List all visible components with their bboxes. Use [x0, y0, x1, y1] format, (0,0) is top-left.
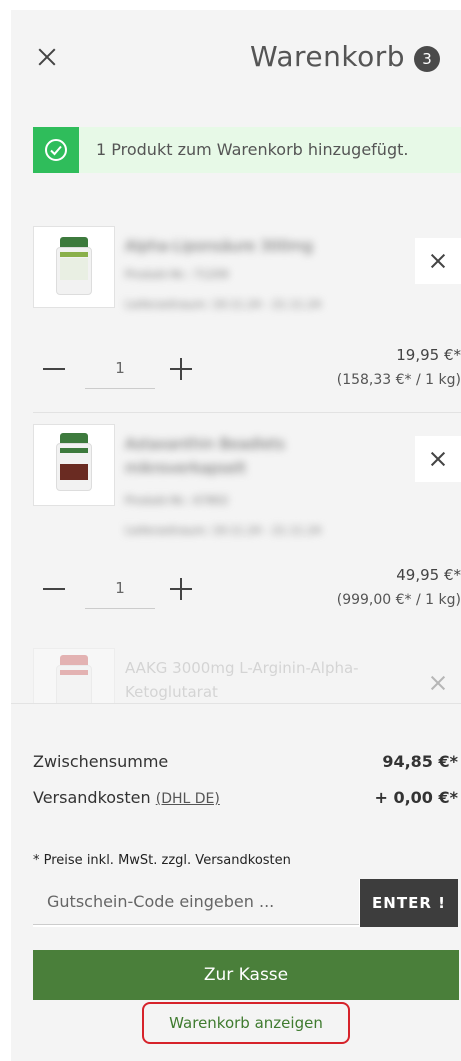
- product-name[interactable]: AAKG 3000mg L-Arginin-Alpha-Ketoglutarat: [125, 656, 385, 704]
- cart-title: Warenkorb: [249, 40, 405, 73]
- shipping-text: Versandkosten: [33, 788, 151, 807]
- remove-item-icon[interactable]: [415, 238, 461, 284]
- product-image[interactable]: [33, 424, 115, 506]
- subtotal-value: 94,85 €*: [382, 752, 458, 771]
- item-unit-price: (158,33 €* / 1 kg): [336, 372, 461, 388]
- product-name[interactable]: Astaxanthin Beadlets mikroverkapselt: [125, 432, 385, 480]
- cart-offcanvas: Warenkorb 3 1 Produkt zum Warenkorb hinz…: [11, 10, 461, 1061]
- item-unit-price: (999,00 €* / 1 kg): [336, 592, 461, 608]
- delivery-time: Lieferzeitraum: 19.11.24 - 21.11.24: [125, 524, 322, 537]
- quantity-input[interactable]: 1: [85, 568, 155, 609]
- cart-count-badge: 3: [414, 46, 440, 72]
- check-circle-icon: [33, 127, 79, 173]
- product-number: Produkt-Nr.: 67802: [125, 494, 229, 507]
- checkout-button[interactable]: Zur Kasse: [33, 950, 459, 1000]
- divider: [33, 412, 461, 413]
- plus-icon[interactable]: [170, 578, 192, 600]
- product-number: Produkt-Nr.: 71209: [125, 268, 229, 281]
- quantity-input[interactable]: 1: [85, 348, 155, 389]
- shipping-method-link[interactable]: (DHL DE): [156, 791, 220, 807]
- view-cart-link[interactable]: Warenkorb anzeigen: [142, 1002, 350, 1044]
- shipping-value: + 0,00 €*: [374, 788, 458, 807]
- remove-item-icon[interactable]: [415, 436, 461, 482]
- subtotal-label: Zwischensumme: [33, 752, 169, 771]
- cart-item: Astaxanthin Beadlets mikroverkapselt Pro…: [33, 424, 461, 624]
- product-image[interactable]: [33, 226, 115, 308]
- cart-item: AAKG 3000mg L-Arginin-Alpha-Ketoglutarat: [33, 648, 461, 713]
- shipping-label: Versandkosten (DHL DE): [33, 788, 220, 807]
- voucher-submit-button[interactable]: ENTER !: [360, 879, 458, 927]
- close-icon[interactable]: [34, 44, 60, 70]
- remove-item-icon[interactable]: [415, 660, 461, 706]
- cart-summary: Zwischensumme 94,85 €* Versandkosten (DH…: [11, 703, 461, 1061]
- success-message: 1 Produkt zum Warenkorb hinzugefügt.: [96, 140, 409, 159]
- voucher-form: ENTER !: [33, 879, 458, 927]
- minus-icon[interactable]: [43, 588, 65, 590]
- minus-icon[interactable]: [43, 368, 65, 370]
- voucher-input[interactable]: [33, 879, 359, 925]
- product-name[interactable]: Alpha-Liponsäure 300mg: [125, 234, 385, 258]
- quantity-stepper: 1 19,95 €* (158,33 €* / 1 kg): [33, 346, 461, 396]
- product-image[interactable]: [33, 648, 115, 713]
- plus-icon[interactable]: [170, 358, 192, 380]
- cart-item: Alpha-Liponsäure 300mg Produkt-Nr.: 7120…: [33, 226, 461, 396]
- delivery-time: Lieferzeitraum: 19.11.24 - 21.11.24: [125, 298, 322, 311]
- item-price: 19,95 €*: [396, 346, 461, 364]
- success-alert: 1 Produkt zum Warenkorb hinzugefügt.: [33, 127, 461, 173]
- price-note: * Preise inkl. MwSt. zzgl. Versandkosten: [33, 853, 291, 868]
- quantity-stepper: 1 49,95 €* (999,00 €* / 1 kg): [33, 566, 461, 616]
- item-price: 49,95 €*: [396, 566, 461, 584]
